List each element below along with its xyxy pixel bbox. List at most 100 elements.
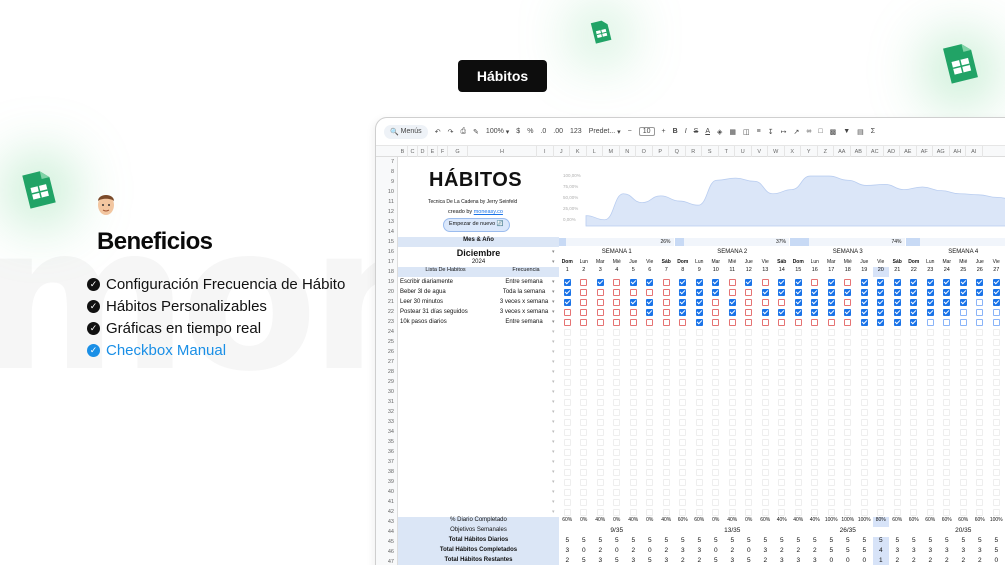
habit-checkbox[interactable]	[976, 288, 983, 296]
habit-checkbox[interactable]	[695, 408, 703, 416]
habit-checkbox[interactable]	[728, 378, 736, 386]
habit-checkbox[interactable]	[794, 428, 802, 436]
habit-checkbox[interactable]	[926, 428, 934, 436]
habit-checkbox[interactable]	[827, 468, 835, 476]
habit-checkbox[interactable]	[745, 418, 752, 426]
habit-checkbox[interactable]	[910, 378, 917, 386]
frequency-dropdown-icon[interactable]: ▾	[552, 419, 555, 425]
habit-checkbox[interactable]	[712, 488, 719, 496]
habit-checkbox[interactable]	[646, 498, 653, 506]
habit-checkbox[interactable]	[811, 398, 818, 406]
habit-checkbox[interactable]	[613, 278, 620, 286]
habit-checkbox[interactable]	[844, 338, 851, 346]
habit-checkbox[interactable]	[811, 418, 818, 426]
habit-checkbox[interactable]	[563, 398, 571, 406]
habit-checkbox[interactable]	[695, 318, 703, 326]
habit-checkbox[interactable]	[761, 428, 769, 436]
habit-checkbox[interactable]	[646, 458, 653, 466]
habit-checkbox[interactable]	[992, 448, 1000, 456]
habit-checkbox[interactable]	[860, 278, 868, 286]
habit-checkbox[interactable]	[910, 278, 917, 286]
habit-checkbox[interactable]	[943, 348, 950, 356]
habit-checkbox[interactable]	[943, 288, 950, 296]
habit-checkbox[interactable]	[580, 458, 587, 466]
habit-checkbox[interactable]	[943, 388, 950, 396]
habit-checkbox[interactable]	[563, 418, 571, 426]
habit-checkbox[interactable]	[811, 448, 818, 456]
habit-checkbox[interactable]	[662, 338, 670, 346]
habit-checkbox[interactable]	[943, 298, 950, 306]
habit-checkbox[interactable]	[959, 448, 967, 456]
habit-checkbox[interactable]	[712, 398, 719, 406]
habit-checkbox[interactable]	[992, 398, 1000, 406]
habit-checkbox[interactable]	[811, 328, 818, 336]
habit-checkbox[interactable]	[778, 348, 785, 356]
habit-checkbox[interactable]	[844, 368, 851, 376]
habit-checkbox[interactable]	[959, 328, 967, 336]
habit-checkbox[interactable]	[679, 408, 686, 416]
frequency-dropdown-icon[interactable]: ▾	[552, 329, 555, 335]
habit-checkbox[interactable]	[745, 328, 752, 336]
habit-checkbox[interactable]	[877, 368, 884, 376]
habit-checkbox[interactable]	[811, 458, 818, 466]
habit-checkbox[interactable]	[646, 298, 653, 306]
habit-checkbox[interactable]	[695, 458, 703, 466]
habit-checkbox[interactable]	[629, 348, 637, 356]
habit-checkbox[interactable]	[679, 378, 686, 386]
habit-checkbox[interactable]	[910, 428, 917, 436]
habit-checkbox[interactable]	[877, 448, 884, 456]
habit-checkbox[interactable]	[695, 358, 703, 366]
habit-checkbox[interactable]	[778, 318, 785, 326]
habit-checkbox[interactable]	[761, 388, 769, 396]
habit-checkbox[interactable]	[943, 318, 950, 326]
habit-checkbox[interactable]	[646, 338, 653, 346]
habit-checkbox[interactable]	[662, 318, 670, 326]
habit-checkbox[interactable]	[596, 378, 604, 386]
habit-checkbox[interactable]	[811, 408, 818, 416]
habit-checkbox[interactable]	[728, 498, 736, 506]
habit-checkbox[interactable]	[728, 368, 736, 376]
habit-checkbox[interactable]	[563, 378, 571, 386]
habit-checkbox[interactable]	[745, 278, 752, 286]
habit-checkbox[interactable]	[563, 468, 571, 476]
habit-checkbox[interactable]	[976, 348, 983, 356]
habit-checkbox[interactable]	[745, 488, 752, 496]
habit-checkbox[interactable]	[926, 318, 934, 326]
habit-checkbox[interactable]	[778, 378, 785, 386]
habit-checkbox[interactable]	[926, 358, 934, 366]
habit-checkbox[interactable]	[679, 308, 686, 316]
habit-checkbox[interactable]	[613, 438, 620, 446]
habit-checkbox[interactable]	[596, 348, 604, 356]
habit-checkbox[interactable]	[893, 298, 901, 306]
habit-checkbox[interactable]	[877, 408, 884, 416]
habit-checkbox[interactable]	[860, 308, 868, 316]
habit-checkbox[interactable]	[794, 498, 802, 506]
habit-checkbox[interactable]	[695, 308, 703, 316]
habit-checkbox[interactable]	[860, 468, 868, 476]
habit-checkbox[interactable]	[794, 418, 802, 426]
habit-checkbox[interactable]	[827, 418, 835, 426]
habit-checkbox[interactable]	[811, 308, 818, 316]
frequency-dropdown-icon[interactable]: ▾	[552, 489, 555, 495]
habit-checkbox[interactable]	[893, 468, 901, 476]
habit-checkbox[interactable]	[563, 318, 571, 326]
habit-checkbox[interactable]	[745, 438, 752, 446]
habit-checkbox[interactable]	[910, 308, 917, 316]
habit-checkbox[interactable]	[596, 508, 604, 516]
habit-checkbox[interactable]	[629, 318, 637, 326]
habit-checkbox[interactable]	[728, 298, 736, 306]
habit-checkbox[interactable]	[943, 418, 950, 426]
habit-checkbox[interactable]	[761, 488, 769, 496]
habit-checkbox[interactable]	[844, 278, 851, 286]
habit-checkbox[interactable]	[580, 488, 587, 496]
habit-checkbox[interactable]	[695, 378, 703, 386]
habit-checkbox[interactable]	[976, 278, 983, 286]
habit-checkbox[interactable]	[712, 438, 719, 446]
habit-checkbox[interactable]	[629, 478, 637, 486]
habit-checkbox[interactable]	[926, 508, 934, 516]
habit-checkbox[interactable]	[679, 418, 686, 426]
habit-checkbox[interactable]	[811, 488, 818, 496]
habit-checkbox[interactable]	[761, 298, 769, 306]
habit-checkbox[interactable]	[794, 478, 802, 486]
habit-checkbox[interactable]	[695, 348, 703, 356]
